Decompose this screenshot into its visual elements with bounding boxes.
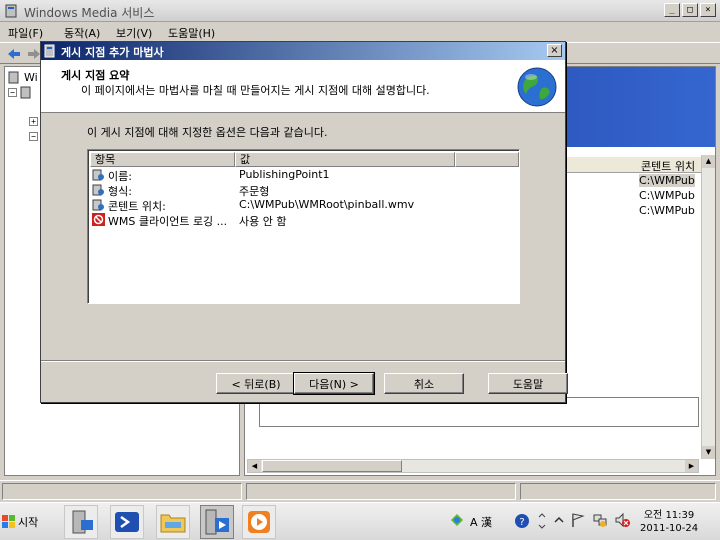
col-item[interactable]: 항목	[90, 152, 235, 167]
wizard-icon	[44, 44, 55, 58]
close-window-button[interactable]: ×	[700, 3, 716, 17]
add-publishing-point-wizard: 게시 지점 추가 마법사 × 게시 지점 요약 이 페이지에서는 마법사를 마칠…	[40, 41, 568, 403]
disabled-logging-icon	[92, 213, 105, 226]
status-cell	[520, 483, 716, 500]
summary-row-value: C:\WMPub\WMRoot\pinball.wmv	[239, 198, 415, 211]
clock-date: 2011-10-24	[640, 523, 699, 534]
settings-icon	[92, 199, 104, 211]
horizontal-scrollbar[interactable]: ◀ ▶	[247, 459, 699, 473]
summary-row-value: 사용 안 함	[239, 215, 287, 228]
main-title-text: Windows Media 서비스	[24, 6, 155, 20]
show-hidden-icons-icon[interactable]	[554, 515, 564, 525]
start-label: 시작	[18, 516, 39, 529]
tree-root[interactable]: Wi	[8, 70, 38, 84]
minimize-button[interactable]: _	[664, 3, 680, 17]
page-title: 게시 지점 요약	[61, 69, 130, 82]
tree-node-collapsed[interactable]: +	[29, 114, 38, 128]
taskbar-media-player[interactable]	[242, 505, 276, 539]
summary-list-header: 항목 값	[90, 152, 519, 167]
expand-icon[interactable]: +	[29, 116, 38, 126]
taskbar-wms[interactable]	[200, 505, 234, 539]
server-icon	[20, 86, 31, 98]
powershell-icon	[115, 512, 139, 532]
dialog-separator	[41, 360, 565, 362]
dialog-close-button[interactable]: ×	[547, 44, 562, 57]
network-icon[interactable]	[592, 512, 608, 528]
scroll-left-icon[interactable]: ◀	[248, 460, 261, 472]
media-player-icon	[248, 511, 270, 533]
summary-row[interactable]: 이름: PublishingPoint1	[92, 167, 512, 183]
page-subtitle: 이 페이지에서는 마법사를 마칠 때 만들어지는 게시 지점에 대해 설명합니다…	[81, 84, 430, 97]
summary-row[interactable]: 형식: 주문형	[92, 182, 512, 198]
taskbar: 시작 A 漢 ? 오전 11:39 2011-10-24	[0, 502, 720, 540]
menu-view[interactable]: 보기(V)	[116, 25, 152, 41]
taskbar-powershell[interactable]	[110, 505, 144, 539]
details-row[interactable]: C:\WMPub	[639, 204, 695, 217]
col-empty	[455, 152, 519, 167]
language-bar-icon[interactable]	[450, 513, 464, 527]
volume-muted-icon[interactable]	[614, 512, 630, 528]
menu-help[interactable]: 도움말(H)	[168, 25, 215, 41]
server-icon	[8, 71, 19, 83]
col-value[interactable]: 값	[235, 152, 455, 167]
action-center-flag-icon[interactable]	[570, 512, 586, 528]
statusbar	[0, 480, 720, 502]
menu-file[interactable]: 파일(F)	[8, 25, 43, 41]
cancel-button[interactable]: 취소	[384, 373, 464, 394]
clock[interactable]: 오전 11:39 2011-10-24	[640, 509, 698, 535]
summary-row-value: PublishingPoint1	[239, 168, 330, 181]
details-row[interactable]: C:\WMPub	[639, 174, 695, 187]
details-row[interactable]: C:\WMPub	[639, 189, 695, 202]
dialog-header: 게시 지점 요약 이 페이지에서는 마법사를 마칠 때 만들어지는 게시 지점에…	[41, 60, 565, 113]
menubar: 파일(F) 동작(A) 보기(V) 도움말(H)	[0, 22, 720, 42]
settings-icon	[92, 184, 104, 196]
tree-node-expanded[interactable]: −	[29, 129, 38, 143]
tray-menu-icon[interactable]	[538, 512, 546, 530]
help-circle-icon[interactable]: ?	[514, 513, 530, 529]
scroll-thumb[interactable]	[262, 460, 402, 472]
summary-intro: 이 게시 지점에 대해 지정한 옵션은 다음과 같습니다.	[87, 126, 328, 139]
settings-icon	[92, 169, 104, 181]
status-cell	[2, 483, 242, 500]
summary-list: 항목 값 이름: PublishingPoint1 형식: 주문형 콘텐트 위치…	[87, 149, 520, 304]
media-services-icon	[205, 509, 229, 535]
help-button[interactable]: 도움말	[488, 373, 568, 394]
maximize-button[interactable]: □	[682, 3, 698, 17]
taskbar-server-manager[interactable]	[64, 505, 98, 539]
summary-row[interactable]: 콘텐트 위치: C:\WMPub\WMRoot\pinball.wmv	[92, 197, 512, 213]
server-app-icon	[5, 4, 17, 18]
vertical-scrollbar[interactable]: ▲ ▼	[701, 155, 715, 459]
back-button[interactable]: < 뒤로(B)	[216, 373, 296, 394]
back-arrow-icon[interactable]	[6, 46, 22, 62]
main-title-bar: Windows Media 서비스 _ □ ×	[0, 0, 720, 22]
scroll-down-icon[interactable]: ▼	[702, 446, 715, 459]
collapse-icon[interactable]: −	[8, 87, 17, 97]
taskbar-explorer[interactable]	[156, 505, 190, 539]
svg-text:?: ?	[519, 517, 524, 528]
collapse-icon[interactable]: −	[29, 131, 38, 141]
next-button[interactable]: 다음(N) >	[293, 372, 375, 395]
folder-icon	[160, 514, 186, 533]
summary-row[interactable]: WMS 클라이언트 로깅 ... 사용 안 함	[92, 212, 512, 228]
server-manager-icon	[72, 510, 93, 534]
dialog-title: 게시 지점 추가 마법사	[61, 46, 164, 59]
globe-icon	[517, 67, 557, 107]
scroll-up-icon[interactable]: ▲	[702, 155, 715, 168]
tree-server-node[interactable]: −	[8, 85, 33, 99]
col-content-location[interactable]: 콘텐트 위치	[641, 158, 695, 174]
dialog-title-bar: 게시 지점 추가 마법사 ×	[41, 42, 565, 60]
clock-time: 오전 11:39	[643, 510, 695, 521]
windows-logo-icon	[2, 515, 15, 528]
status-cell	[246, 483, 516, 500]
scroll-right-icon[interactable]: ▶	[685, 460, 698, 472]
start-button[interactable]: 시작	[2, 509, 44, 535]
system-tray: A 漢 ? 오전 11:39 2011-10-24	[444, 506, 718, 538]
ime-indicator[interactable]: A 漢	[470, 514, 492, 530]
summary-row-name: WMS 클라이언트 로깅 ...	[108, 215, 228, 228]
tree-root-label: Wi	[24, 70, 38, 84]
menu-action[interactable]: 동작(A)	[64, 25, 100, 41]
